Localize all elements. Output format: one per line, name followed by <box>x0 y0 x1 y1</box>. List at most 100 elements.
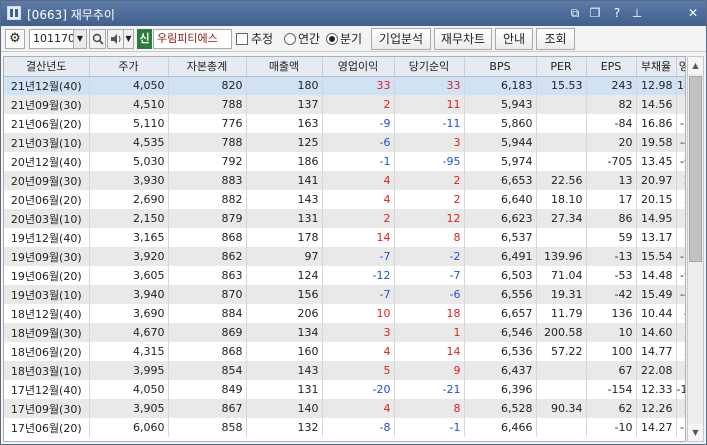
financial-chart-button[interactable]: 재무차트 <box>434 28 492 50</box>
table-cell: 143 <box>246 361 323 380</box>
column-header[interactable]: 부채율 <box>636 57 677 77</box>
estimate-checkbox[interactable]: 추정 <box>236 31 273 47</box>
column-header[interactable]: 결산년도 <box>4 57 90 77</box>
table-row[interactable]: 18년09월(30) 4,670 869 134 3 1 6,546 200.58 10 14.6… <box>4 323 685 342</box>
help-icon[interactable]: ? <box>609 6 625 21</box>
table-cell: 13.45 <box>636 152 677 171</box>
stock-code-dropdown-icon[interactable]: ▼ <box>73 29 87 49</box>
table-cell: -2 <box>394 247 465 266</box>
table-cell <box>536 380 587 399</box>
scroll-down-icon[interactable]: ▼ <box>688 424 703 441</box>
table-cell: 3,905 <box>89 399 169 418</box>
table-cell: 243 <box>586 76 637 95</box>
gear-icon[interactable]: ⚙ <box>5 29 25 49</box>
inquiry-button[interactable]: 조회 <box>536 28 575 50</box>
restore-icon[interactable]: ❐ <box>587 6 603 21</box>
table-row[interactable]: 19년03월(10) 3,940 870 156 -7 -6 6,556 19.31 -42 15… <box>4 285 685 304</box>
table-cell: 132 <box>246 418 323 437</box>
layout-icon[interactable]: ⧉ <box>567 6 583 21</box>
search-icon[interactable] <box>89 29 106 49</box>
table-cell: 134 <box>246 323 323 342</box>
table-cell: 14.77 <box>636 342 677 361</box>
table-cell <box>536 228 587 247</box>
table-cell: 17년12월(40) <box>4 380 90 399</box>
column-header[interactable]: 자본총계 <box>168 57 247 77</box>
table-row[interactable]: 21년03월(10)4,535788125-635,944 2019.58-4.4… <box>4 133 685 152</box>
table-row[interactable]: 18년06월(20) 4,315 868 160 4 14 6,536 57.22 100 14.… <box>4 342 685 361</box>
table-cell: 6,653 <box>464 171 537 190</box>
table-cell: 163 <box>246 114 323 133</box>
table-cell: 870 <box>168 285 247 304</box>
scroll-up-icon[interactable]: ▲ <box>688 57 703 74</box>
table-cell: 868 <box>168 228 247 247</box>
pin-icon[interactable]: ⊥ <box>629 6 645 21</box>
table-cell: 12 <box>394 209 465 228</box>
table-cell: 180 <box>246 76 323 95</box>
table-row[interactable]: 18년03월(10)3,995854143596,437 6722.083.45 <box>4 361 685 380</box>
column-header[interactable]: 당기순익 <box>394 57 465 77</box>
table-row[interactable]: 17년06월(20)6,060858132-8-16,466 -1014.27-5… <box>4 418 685 437</box>
column-header[interactable]: 영익률 <box>676 57 685 77</box>
table-row[interactable]: 19년09월(30) 3,920 862 97 -7 -2 6,491 139.96 -13 15… <box>4 247 685 266</box>
table-row[interactable]: 17년09월(30) 3,905 867 140 4 8 6,528 90.34 62 12.26… <box>4 399 685 418</box>
column-header[interactable]: BPS <box>464 57 537 77</box>
table-row[interactable]: 21년12월(40) 4,050 820 180 33 33 6,183 15.53 243 12… <box>4 76 685 95</box>
table-cell: 15.54 <box>636 247 677 266</box>
table-cell: 160 <box>246 342 323 361</box>
table-cell: -15.05 <box>676 380 685 399</box>
table-cell: 4,535 <box>89 133 169 152</box>
column-header[interactable]: PER <box>536 57 587 77</box>
annual-label: 연간 <box>298 32 321 46</box>
table-row[interactable]: 19년12월(40)3,1658681781486,537 5913.177.69 <box>4 228 685 247</box>
table-cell: 2.54 <box>676 171 685 190</box>
company-analysis-button[interactable]: 기업분석 <box>371 28 431 50</box>
table-cell: 5,944 <box>464 133 537 152</box>
column-header[interactable]: 주가 <box>89 57 169 77</box>
table-cell: 19.31 <box>536 285 587 304</box>
table-cell: -84 <box>586 114 637 133</box>
table-row[interactable]: 18년12월(40) 3,690 884 206 10 18 6,657 11.79 136 10… <box>4 304 685 323</box>
table-cell: 131 <box>246 380 323 399</box>
table-row[interactable]: 20년03월(10) 2,150 879 131 2 12 6,623 27.34 86 14.9… <box>4 209 685 228</box>
stock-name-field[interactable]: 우림피티에스 <box>153 29 232 49</box>
table-cell: 3,165 <box>89 228 169 247</box>
table-cell: 8 <box>394 399 465 418</box>
column-header[interactable]: 영업이익 <box>322 57 395 77</box>
table-cell: 869 <box>168 323 247 342</box>
table-cell: 4,050 <box>89 380 169 399</box>
table-cell: 17년06월(20) <box>4 418 90 437</box>
guide-button[interactable]: 안내 <box>495 28 533 50</box>
table-cell: 12.98 <box>636 76 677 95</box>
annual-radio[interactable]: 연간 <box>284 31 320 47</box>
table-row[interactable]: 17년12월(40) 4,050 849 131 -20 -21 6,396 -154 12.3… <box>4 380 685 399</box>
quarter-radio[interactable]: 분기 <box>326 31 362 47</box>
table-cell: 20년03월(10) <box>4 209 90 228</box>
table-body: 21년12월(40) 4,050 820 180 33 33 6,183 15.53 243 12… <box>4 76 685 437</box>
close-icon[interactable]: ✕ <box>685 6 701 21</box>
speaker-dropdown-icon[interactable]: ▼ <box>124 29 134 49</box>
table-cell: 33 <box>394 76 465 95</box>
table-row[interactable]: 20년06월(20) 2,690 882 143 4 2 6,640 18.10 17 20.15… <box>4 190 685 209</box>
table-cell: 2.64 <box>676 190 685 209</box>
checkbox-icon <box>236 33 248 45</box>
table-cell: 882 <box>168 190 247 209</box>
table-row[interactable]: 21년09월(30)4,5107881372115,943 8214.561.19 <box>4 95 685 114</box>
table-cell: 6,396 <box>464 380 537 399</box>
table-cell: 125 <box>246 133 323 152</box>
table-row[interactable]: 19년06월(20) 3,605 863 124 -12 -7 6,503 71.04 -53 1… <box>4 266 685 285</box>
table-cell: 131 <box>246 209 323 228</box>
scroll-thumb[interactable] <box>689 76 702 262</box>
table-row[interactable]: 20년09월(30) 3,930 883 141 4 2 6,653 22.56 13 20.97… <box>4 171 685 190</box>
table-cell: 15.49 <box>636 285 677 304</box>
table-cell: 4 <box>322 190 395 209</box>
table-cell: 59 <box>586 228 637 247</box>
table-cell: 6,556 <box>464 285 537 304</box>
vertical-scrollbar[interactable]: ▲ ▼ <box>687 56 704 442</box>
speaker-icon[interactable] <box>107 29 124 49</box>
table-row[interactable]: 20년12월(40) 5,030 792 186 -1 -95 5,974 -705 13.45… <box>4 152 685 171</box>
table-row[interactable]: 21년06월(20) 5,110 776 163 -9 -11 5,860 -84 16.86-… <box>4 114 685 133</box>
column-header[interactable]: EPS <box>586 57 637 77</box>
stock-code-input[interactable]: 101170 <box>29 29 75 49</box>
table-cell: 19.58 <box>636 133 677 152</box>
column-header[interactable]: 매출액 <box>246 57 323 77</box>
